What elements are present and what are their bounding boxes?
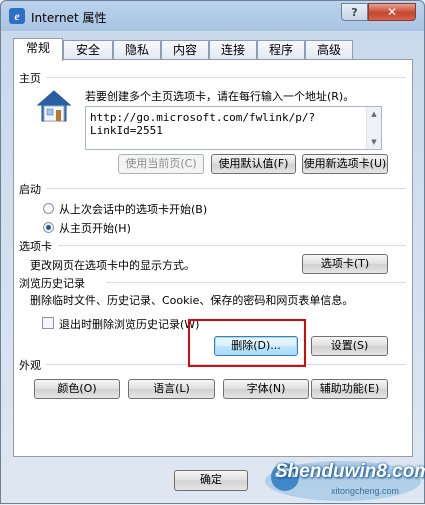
scroll-up-icon[interactable]: ▲ [367, 107, 381, 121]
history-section-title: 浏览历史记录 [19, 277, 85, 290]
internet-properties-dialog: e Internet 属性 ? ✕ 常规 安全 隐私 内容 连接 程序 高级 主… [0, 0, 425, 504]
homepage-description: 若要创建多个主页选项卡，请在每行输入一个地址(R)。 [85, 90, 355, 103]
ok-button[interactable]: 确定 [174, 470, 248, 491]
use-new-tab-button[interactable]: 使用新选项卡(U) [302, 154, 388, 174]
use-current-button[interactable]: 使用当前页(C) [118, 154, 204, 174]
tab-security[interactable]: 安全 [63, 40, 113, 60]
startup-divider [46, 188, 406, 189]
url-scrollbar[interactable]: ▲ ▼ [366, 107, 381, 149]
tab-privacy[interactable]: 隐私 [113, 40, 161, 60]
delete-on-exit-checkbox[interactable] [42, 317, 54, 329]
history-description: 删除临时文件、历史记录、Cookie、保存的密码和网页表单信息。 [30, 294, 354, 307]
watermark-subtitle: xitongcheng.com [331, 486, 400, 496]
tab-connections[interactable]: 连接 [209, 40, 257, 60]
homepage-section-title: 主页 [19, 72, 41, 85]
general-tab-panel: 主页 若要创建多个主页选项卡，请在每行输入一个地址(R)。 http://go.… [13, 59, 413, 457]
close-button[interactable]: ✕ [368, 3, 416, 21]
radio-last-session[interactable] [43, 203, 54, 214]
accessibility-button[interactable]: 辅助功能(E) [311, 379, 388, 399]
house-icon [36, 90, 72, 122]
watermark: Shenduwin8.com xitongcheng.com [263, 451, 425, 505]
internet-explorer-icon: e [9, 8, 25, 24]
radio-homepage[interactable] [43, 222, 54, 233]
watermark-title: Shenduwin8.com [275, 461, 425, 482]
tab-general[interactable]: 常规 [13, 38, 63, 61]
help-button[interactable]: ? [341, 3, 368, 21]
window-title: Internet 属性 [31, 11, 107, 25]
tab-content[interactable]: 内容 [161, 40, 209, 60]
homepage-url-text: http://go.microsoft.com/fwlink/p/?LinkId… [90, 111, 316, 137]
colors-button[interactable]: 颜色(O) [34, 379, 120, 399]
history-settings-button[interactable]: 设置(S) [311, 336, 388, 356]
tabs-description: 更改网页在选项卡中的显示方式。 [30, 259, 195, 272]
highlight-box [188, 319, 306, 367]
tab-advanced[interactable]: 高级 [305, 40, 353, 60]
languages-button[interactable]: 语言(L) [128, 379, 215, 399]
use-default-button[interactable]: 使用默认值(F) [211, 154, 296, 174]
homepage-divider [46, 77, 406, 78]
fonts-button[interactable]: 字体(N) [223, 379, 309, 399]
title-bar[interactable]: e Internet 属性 ? ✕ [1, 1, 424, 31]
tabs-divider [58, 245, 406, 246]
tabs-section-title: 选项卡 [19, 240, 52, 253]
startup-section-title: 启动 [19, 183, 41, 196]
homepage-url-textarea[interactable]: http://go.microsoft.com/fwlink/p/?LinkId… [85, 106, 382, 150]
delete-on-exit-label[interactable]: 退出时删除浏览历史记录(W) [59, 316, 199, 332]
tab-programs[interactable]: 程序 [257, 40, 305, 60]
scroll-down-icon[interactable]: ▼ [367, 135, 381, 149]
appearance-section-title: 外观 [19, 359, 41, 372]
homepage-start-label[interactable]: 从主页开始(H) [59, 220, 131, 236]
tabs-button[interactable]: 选项卡(T) [302, 254, 388, 274]
history-divider [106, 282, 406, 283]
last-session-label[interactable]: 从上次会话中的选项卡开始(B) [59, 201, 207, 217]
